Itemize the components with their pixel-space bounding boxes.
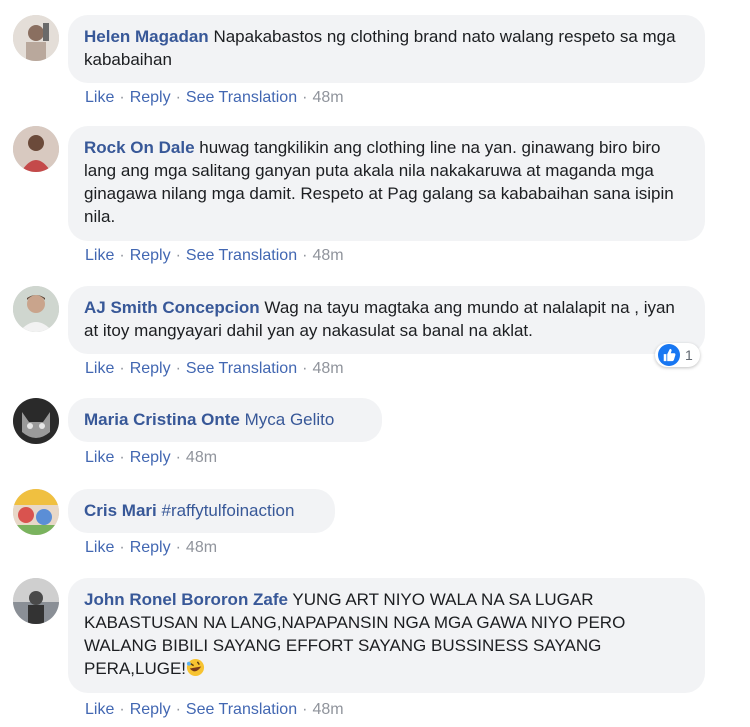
comment-bubble: Helen Magadan Napakabastos ng clothing b… xyxy=(68,15,705,83)
like-button[interactable]: Like xyxy=(85,539,114,556)
comment-timestamp[interactable]: 48m xyxy=(312,89,343,106)
comment-actions: Like · Reply · 48m xyxy=(85,539,218,556)
comment-timestamp[interactable]: 48m xyxy=(312,360,343,377)
comment-timestamp[interactable]: 48m xyxy=(312,247,343,264)
comment-actions: Like · Reply · See Translation · 48m xyxy=(85,89,344,106)
reply-button[interactable]: Reply xyxy=(130,539,171,556)
reaction-count: 1 xyxy=(685,346,693,363)
mention-link[interactable]: Myca Gelito xyxy=(245,410,335,429)
comment-bubble: AJ Smith Concepcion Wag na tayu magtaka … xyxy=(68,286,705,367)
reply-button[interactable]: Reply xyxy=(130,449,171,466)
comment-timestamp[interactable]: 48m xyxy=(186,539,217,556)
like-button[interactable]: Like xyxy=(85,360,114,377)
reply-button[interactable]: Reply xyxy=(130,360,171,377)
rolling-on-floor-laughing-emoji-icon xyxy=(186,658,205,677)
reaction-count-badge[interactable]: 1 xyxy=(655,343,700,367)
like-button[interactable]: Like xyxy=(85,247,114,264)
reply-button[interactable]: Reply xyxy=(130,701,171,718)
hashtag-link[interactable]: #raffytulfoinaction xyxy=(161,501,294,520)
reply-button[interactable]: Reply xyxy=(130,89,171,106)
comment-actions: Like · Reply · See Translation · 48m xyxy=(85,701,344,718)
like-button[interactable]: Like xyxy=(85,701,114,718)
comment-actions: Like · Reply · 48m xyxy=(85,449,218,466)
avatar[interactable] xyxy=(13,489,59,535)
comment-author[interactable]: Rock On Dale xyxy=(84,138,195,157)
comment-bubble: Rock On Dale huwag tangkilikin ang cloth… xyxy=(68,126,705,241)
comments-list: Helen Magadan Napakabastos ng clothing b… xyxy=(0,0,750,727)
comment-actions: Like · Reply · See Translation · 48m xyxy=(85,360,344,377)
comment-timestamp[interactable]: 48m xyxy=(312,701,343,718)
comment-author[interactable]: Cris Mari xyxy=(84,501,157,520)
comment-author[interactable]: John Ronel Bororon Zafe xyxy=(84,590,288,609)
comment-timestamp[interactable]: 48m xyxy=(186,449,217,466)
avatar[interactable] xyxy=(13,286,59,332)
thumbs-up-icon xyxy=(658,344,680,366)
comment-author[interactable]: AJ Smith Concepcion xyxy=(84,298,260,317)
comment-bubble: Maria Cristina Onte Myca Gelito xyxy=(68,398,382,442)
comment-bubble: John Ronel Bororon Zafe YUNG ART NIYO WA… xyxy=(68,578,705,693)
comment-author[interactable]: Maria Cristina Onte xyxy=(84,410,240,429)
see-translation-button[interactable]: See Translation xyxy=(186,701,297,718)
avatar[interactable] xyxy=(13,578,59,624)
comment-actions: Like · Reply · See Translation · 48m xyxy=(85,247,344,264)
see-translation-button[interactable]: See Translation xyxy=(186,89,297,106)
see-translation-button[interactable]: See Translation xyxy=(186,247,297,264)
avatar[interactable] xyxy=(13,398,59,444)
avatar[interactable] xyxy=(13,126,59,172)
avatar[interactable] xyxy=(13,15,59,61)
comment-bubble: Cris Mari #raffytulfoinaction xyxy=(68,489,335,533)
reply-button[interactable]: Reply xyxy=(130,247,171,264)
comment-author[interactable]: Helen Magadan xyxy=(84,27,209,46)
like-button[interactable]: Like xyxy=(85,449,114,466)
like-button[interactable]: Like xyxy=(85,89,114,106)
see-translation-button[interactable]: See Translation xyxy=(186,360,297,377)
